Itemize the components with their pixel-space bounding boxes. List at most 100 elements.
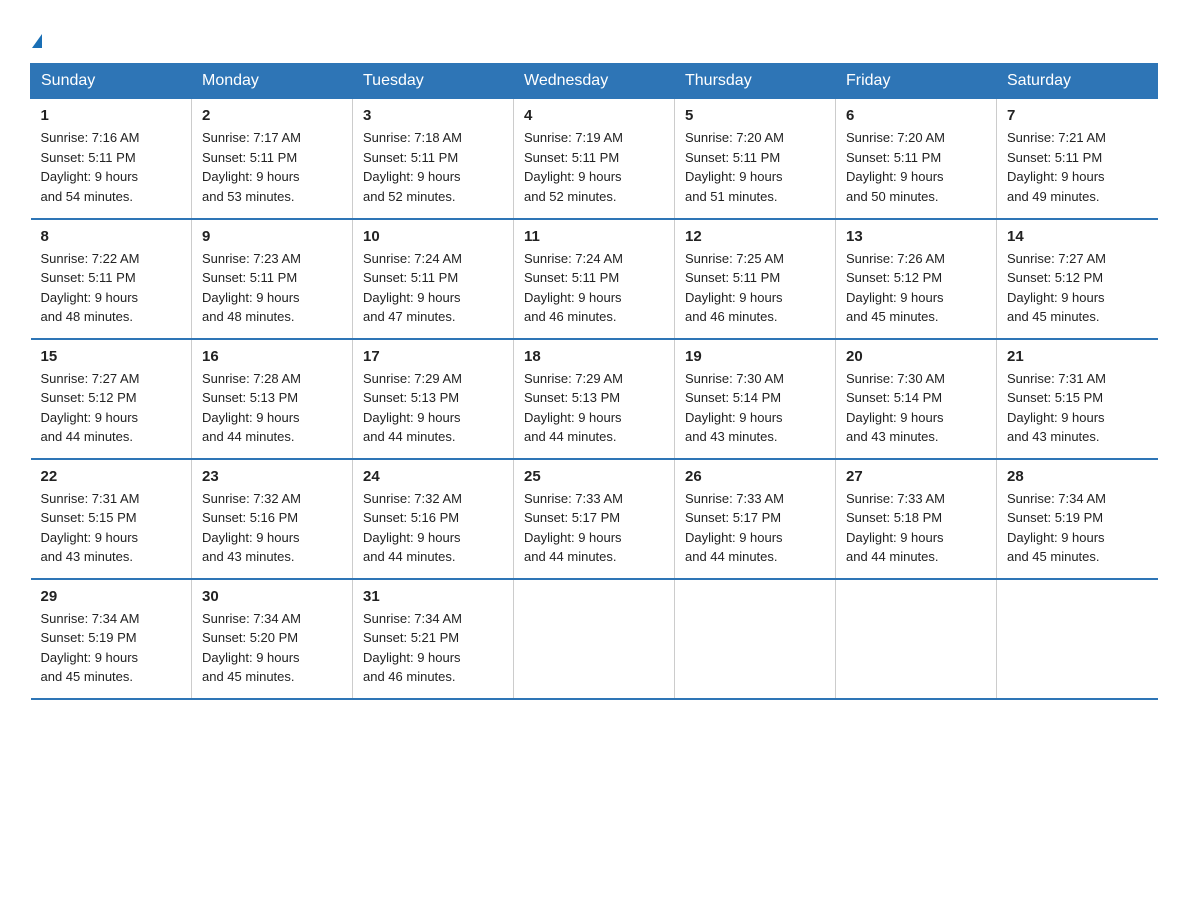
day-info: Sunrise: 7:34 AMSunset: 5:21 PMDaylight:… xyxy=(363,609,503,687)
day-info: Sunrise: 7:31 AMSunset: 5:15 PMDaylight:… xyxy=(41,489,182,567)
calendar-week-row: 8Sunrise: 7:22 AMSunset: 5:11 PMDaylight… xyxy=(31,219,1158,339)
calendar-cell: 10 Sunrise: 7:24 AMSunset: 5:11 PMDayligh… xyxy=(353,219,514,339)
day-number: 12 xyxy=(685,228,825,245)
calendar-cell: 8Sunrise: 7:22 AMSunset: 5:11 PMDaylight… xyxy=(31,219,192,339)
calendar-cell xyxy=(514,579,675,699)
page-header xyxy=(30,20,1158,53)
calendar-cell: 19Sunrise: 7:30 AMSunset: 5:14 PMDayligh… xyxy=(675,339,836,459)
day-info: Sunrise: 7:34 AMSunset: 5:19 PMDaylight:… xyxy=(41,609,182,687)
calendar-cell: 18Sunrise: 7:29 AMSunset: 5:13 PMDayligh… xyxy=(514,339,675,459)
day-info: Sunrise: 7:23 AMSunset: 5:11 PMDaylight:… xyxy=(202,249,342,327)
day-number: 1 xyxy=(41,107,182,124)
logo-general-line xyxy=(30,25,42,53)
calendar-cell: 1 Sunrise: 7:16 AMSunset: 5:11 PMDaylight… xyxy=(31,99,192,219)
day-number: 5 xyxy=(685,107,825,124)
day-info: Sunrise: 7:32 AMSunset: 5:16 PMDaylight:… xyxy=(202,489,342,567)
col-saturday: Saturday xyxy=(997,64,1158,99)
calendar-cell: 23 Sunrise: 7:32 AMSunset: 5:16 PMDayligh… xyxy=(192,459,353,579)
calendar-cell: 21 Sunrise: 7:31 AMSunset: 5:15 PMDayligh… xyxy=(997,339,1158,459)
day-info: Sunrise: 7:16 AMSunset: 5:11 PMDaylight:… xyxy=(41,128,182,206)
day-number: 4 xyxy=(524,107,664,124)
calendar-cell: 5 Sunrise: 7:20 AMSunset: 5:11 PMDaylight… xyxy=(675,99,836,219)
calendar-cell: 6 Sunrise: 7:20 AMSunset: 5:11 PMDaylight… xyxy=(836,99,997,219)
day-info: Sunrise: 7:34 AMSunset: 5:19 PMDaylight:… xyxy=(1007,489,1148,567)
day-info: Sunrise: 7:33 AMSunset: 5:17 PMDaylight:… xyxy=(524,489,664,567)
day-info: Sunrise: 7:27 AMSunset: 5:12 PMDaylight:… xyxy=(1007,249,1148,327)
calendar-cell: 4 Sunrise: 7:19 AMSunset: 5:11 PMDaylight… xyxy=(514,99,675,219)
calendar-cell: 22 Sunrise: 7:31 AMSunset: 5:15 PMDayligh… xyxy=(31,459,192,579)
day-info: Sunrise: 7:31 AMSunset: 5:15 PMDaylight:… xyxy=(1007,369,1148,447)
calendar-table: Sunday Monday Tuesday Wednesday Thursday… xyxy=(30,63,1158,700)
day-number: 16 xyxy=(202,348,342,365)
day-info: Sunrise: 7:33 AMSunset: 5:18 PMDaylight:… xyxy=(846,489,986,567)
col-monday: Monday xyxy=(192,64,353,99)
day-info: Sunrise: 7:24 AMSunset: 5:11 PMDaylight:… xyxy=(524,249,664,327)
day-number: 9 xyxy=(202,228,342,245)
day-number: 22 xyxy=(41,468,182,485)
calendar-cell: 16Sunrise: 7:28 AMSunset: 5:13 PMDayligh… xyxy=(192,339,353,459)
day-info: Sunrise: 7:27 AMSunset: 5:12 PMDaylight:… xyxy=(41,369,182,447)
calendar-cell: 26 Sunrise: 7:33 AMSunset: 5:17 PMDayligh… xyxy=(675,459,836,579)
day-info: Sunrise: 7:32 AMSunset: 5:16 PMDaylight:… xyxy=(363,489,503,567)
day-info: Sunrise: 7:24 AMSunset: 5:11 PMDaylight:… xyxy=(363,249,503,327)
calendar-cell: 17Sunrise: 7:29 AMSunset: 5:13 PMDayligh… xyxy=(353,339,514,459)
day-info: Sunrise: 7:18 AMSunset: 5:11 PMDaylight:… xyxy=(363,128,503,206)
col-friday: Friday xyxy=(836,64,997,99)
day-info: Sunrise: 7:30 AMSunset: 5:14 PMDaylight:… xyxy=(685,369,825,447)
day-number: 24 xyxy=(363,468,503,485)
calendar-cell: 13Sunrise: 7:26 AMSunset: 5:12 PMDayligh… xyxy=(836,219,997,339)
day-number: 6 xyxy=(846,107,986,124)
day-number: 15 xyxy=(41,348,182,365)
logo-triangle-icon xyxy=(32,34,42,48)
day-number: 29 xyxy=(41,588,182,605)
day-info: Sunrise: 7:22 AMSunset: 5:11 PMDaylight:… xyxy=(41,249,182,327)
calendar-cell: 20 Sunrise: 7:30 AMSunset: 5:14 PMDayligh… xyxy=(836,339,997,459)
calendar-cell: 7Sunrise: 7:21 AMSunset: 5:11 PMDaylight… xyxy=(997,99,1158,219)
day-number: 11 xyxy=(524,228,664,245)
day-info: Sunrise: 7:33 AMSunset: 5:17 PMDaylight:… xyxy=(685,489,825,567)
calendar-cell: 24 Sunrise: 7:32 AMSunset: 5:16 PMDayligh… xyxy=(353,459,514,579)
calendar-week-row: 15 Sunrise: 7:27 AMSunset: 5:12 PMDayligh… xyxy=(31,339,1158,459)
calendar-cell: 2Sunrise: 7:17 AMSunset: 5:11 PMDaylight… xyxy=(192,99,353,219)
col-tuesday: Tuesday xyxy=(353,64,514,99)
day-number: 26 xyxy=(685,468,825,485)
day-info: Sunrise: 7:19 AMSunset: 5:11 PMDaylight:… xyxy=(524,128,664,206)
logo xyxy=(30,20,42,53)
calendar-cell: 25Sunrise: 7:33 AMSunset: 5:17 PMDayligh… xyxy=(514,459,675,579)
calendar-cell: 30Sunrise: 7:34 AMSunset: 5:20 PMDayligh… xyxy=(192,579,353,699)
calendar-cell: 29 Sunrise: 7:34 AMSunset: 5:19 PMDayligh… xyxy=(31,579,192,699)
col-sunday: Sunday xyxy=(31,64,192,99)
calendar-cell: 28 Sunrise: 7:34 AMSunset: 5:19 PMDayligh… xyxy=(997,459,1158,579)
day-info: Sunrise: 7:21 AMSunset: 5:11 PMDaylight:… xyxy=(1007,128,1148,206)
calendar-week-row: 29 Sunrise: 7:34 AMSunset: 5:19 PMDayligh… xyxy=(31,579,1158,699)
calendar-cell: 14Sunrise: 7:27 AMSunset: 5:12 PMDayligh… xyxy=(997,219,1158,339)
calendar-cell: 9 Sunrise: 7:23 AMSunset: 5:11 PMDaylight… xyxy=(192,219,353,339)
day-info: Sunrise: 7:30 AMSunset: 5:14 PMDaylight:… xyxy=(846,369,986,447)
day-info: Sunrise: 7:26 AMSunset: 5:12 PMDaylight:… xyxy=(846,249,986,327)
calendar-body: 1 Sunrise: 7:16 AMSunset: 5:11 PMDaylight… xyxy=(31,99,1158,699)
day-info: Sunrise: 7:29 AMSunset: 5:13 PMDaylight:… xyxy=(363,369,503,447)
day-number: 10 xyxy=(363,228,503,245)
calendar-cell xyxy=(836,579,997,699)
col-wednesday: Wednesday xyxy=(514,64,675,99)
day-info: Sunrise: 7:20 AMSunset: 5:11 PMDaylight:… xyxy=(846,128,986,206)
day-number: 21 xyxy=(1007,348,1148,365)
day-number: 23 xyxy=(202,468,342,485)
calendar-cell xyxy=(997,579,1158,699)
calendar-cell: 3 Sunrise: 7:18 AMSunset: 5:11 PMDaylight… xyxy=(353,99,514,219)
day-number: 31 xyxy=(363,588,503,605)
day-info: Sunrise: 7:20 AMSunset: 5:11 PMDaylight:… xyxy=(685,128,825,206)
day-number: 30 xyxy=(202,588,342,605)
day-number: 28 xyxy=(1007,468,1148,485)
days-of-week-row: Sunday Monday Tuesday Wednesday Thursday… xyxy=(31,64,1158,99)
calendar-cell: 12Sunrise: 7:25 AMSunset: 5:11 PMDayligh… xyxy=(675,219,836,339)
col-thursday: Thursday xyxy=(675,64,836,99)
day-number: 2 xyxy=(202,107,342,124)
day-number: 3 xyxy=(363,107,503,124)
calendar-week-row: 1 Sunrise: 7:16 AMSunset: 5:11 PMDaylight… xyxy=(31,99,1158,219)
day-number: 27 xyxy=(846,468,986,485)
day-number: 20 xyxy=(846,348,986,365)
calendar-cell: 15 Sunrise: 7:27 AMSunset: 5:12 PMDayligh… xyxy=(31,339,192,459)
calendar-cell xyxy=(675,579,836,699)
calendar-cell: 11 Sunrise: 7:24 AMSunset: 5:11 PMDayligh… xyxy=(514,219,675,339)
